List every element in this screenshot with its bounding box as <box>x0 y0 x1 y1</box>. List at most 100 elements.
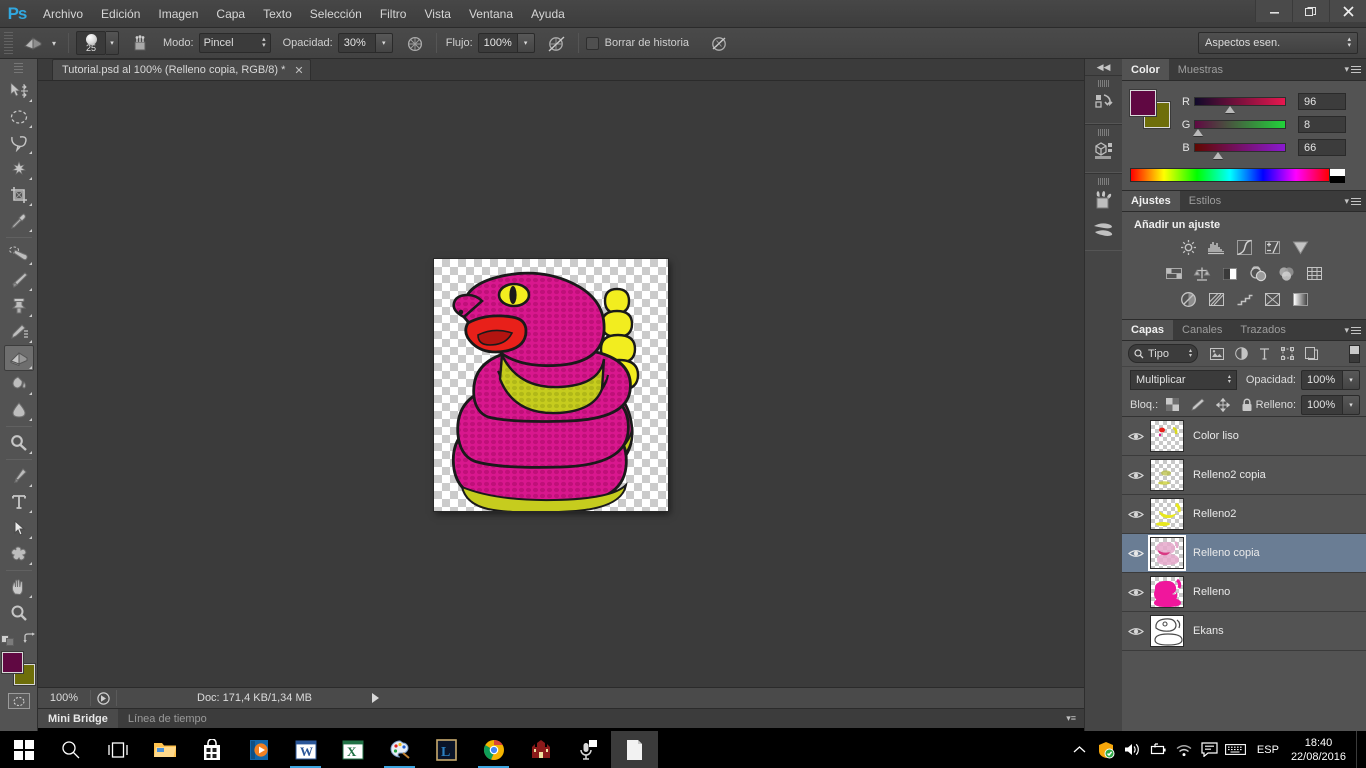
marquee-tool[interactable] <box>4 104 34 130</box>
exposure-icon[interactable] <box>1260 237 1284 258</box>
task-view-button[interactable] <box>94 731 141 768</box>
tab-trazados[interactable]: Trazados <box>1231 320 1295 340</box>
movies-tv-button[interactable] <box>235 731 282 768</box>
lock-all-icon[interactable] <box>1241 398 1253 412</box>
layer-filter-toggle-switch[interactable] <box>1349 344 1360 363</box>
layer-visibility-toggle[interactable] <box>1122 548 1150 559</box>
tab-muestras[interactable]: Muestras <box>1168 59 1232 80</box>
layer-thumbnail[interactable] <box>1150 537 1184 569</box>
color-balance-icon[interactable] <box>1190 263 1214 284</box>
3d-icon[interactable] <box>1087 137 1121 165</box>
close-button[interactable] <box>1329 0 1366 22</box>
paint-button[interactable] <box>376 731 423 768</box>
layer-thumbnail[interactable] <box>1150 576 1184 608</box>
photoshop-button[interactable] <box>611 731 658 768</box>
flow-chevron-down-icon[interactable]: ▾ <box>517 33 535 53</box>
threshold-icon[interactable] <box>1232 289 1256 310</box>
healing-brush-tool[interactable] <box>4 241 34 267</box>
brush-presets-icon[interactable] <box>1087 215 1121 243</box>
shape-filter-icon[interactable] <box>1281 347 1294 360</box>
zoom-tool[interactable] <box>4 600 34 626</box>
layer-filter-select[interactable]: Tipo ▴ ▾ <box>1128 344 1198 363</box>
action-center-icon[interactable] <box>1197 731 1223 768</box>
status-preview-icon[interactable] <box>97 691 110 705</box>
levels-icon[interactable] <box>1204 237 1228 258</box>
history-icon[interactable] <box>1087 88 1121 116</box>
menu-seleccion[interactable]: Selección <box>301 0 371 28</box>
slider-thumb-b[interactable] <box>1213 152 1223 159</box>
selective-color-icon[interactable] <box>1260 289 1284 310</box>
eraser-tool[interactable] <box>3 345 34 371</box>
wifi-icon[interactable] <box>1171 731 1197 768</box>
tab-color[interactable]: Color <box>1122 59 1169 80</box>
menu-capa[interactable]: Capa <box>207 0 254 28</box>
lasso-tool[interactable] <box>4 130 34 156</box>
pixel-filter-icon[interactable] <box>1210 347 1224 360</box>
opacity-chevron-down-icon[interactable]: ▾ <box>375 33 393 53</box>
tab-ajustes[interactable]: Ajustes <box>1122 191 1180 211</box>
layer-opacity-chevron-down-icon[interactable]: ▾ <box>1343 370 1360 390</box>
channel-mixer-icon[interactable] <box>1274 263 1298 284</box>
zoom-level[interactable]: 100% <box>38 692 90 704</box>
antivirus-shield-icon[interactable] <box>1093 731 1119 768</box>
start-button[interactable] <box>0 731 47 768</box>
hue-saturation-icon[interactable] <box>1162 263 1186 284</box>
history-brush-tool[interactable] <box>4 319 34 345</box>
black-white-icon[interactable] <box>1218 263 1242 284</box>
layer-opacity-value[interactable]: 100% <box>1301 370 1343 390</box>
layer-thumbnail[interactable] <box>1150 420 1184 452</box>
battery-icon[interactable] <box>1145 731 1171 768</box>
tab-capas[interactable]: Capas <box>1122 320 1174 340</box>
canvas-artwork-ekans[interactable] <box>434 259 668 511</box>
chrome-button[interactable] <box>470 731 517 768</box>
slider-track-g[interactable] <box>1193 120 1286 136</box>
quick-mask-button[interactable] <box>7 693 30 709</box>
mode-select[interactable]: Pincel ▴ ▾ <box>198 33 271 53</box>
gradient-tool[interactable] <box>4 371 34 397</box>
word-button[interactable]: W <box>282 731 329 768</box>
status-expand-triangle-icon[interactable] <box>371 693 379 703</box>
channel-value-g[interactable]: 8 <box>1298 116 1346 133</box>
photo-filter-icon[interactable] <box>1246 263 1270 284</box>
type-filter-icon[interactable] <box>1259 347 1270 360</box>
keyboard-icon[interactable] <box>1223 731 1249 768</box>
collapse-panels-button[interactable]: ◀◀ <box>1085 59 1122 75</box>
layer-fill-chevron-down-icon[interactable]: ▾ <box>1343 394 1360 415</box>
menu-edicion[interactable]: Edición <box>92 0 149 28</box>
language-indicator[interactable]: ESP <box>1249 744 1287 756</box>
path-selection-tool[interactable] <box>4 515 34 541</box>
layer-row-color-liso[interactable]: Color liso <box>1122 417 1366 456</box>
brush-size-picker[interactable]: 25 <box>76 31 106 55</box>
slider-thumb-g[interactable] <box>1193 129 1203 136</box>
blur-tool[interactable] <box>4 397 34 423</box>
rail-grip[interactable] <box>1097 129 1110 136</box>
type-tool[interactable] <box>4 489 34 515</box>
options-bar-grip[interactable] <box>4 32 13 54</box>
layer-row-relleno2-copia[interactable]: Relleno2 copia <box>1122 456 1366 495</box>
rail-grip[interactable] <box>1097 80 1110 87</box>
layer-row-ekans[interactable]: Ekans <box>1122 612 1366 651</box>
clone-stamp-tool[interactable] <box>4 293 34 319</box>
airbrush-toggle-icon[interactable] <box>127 32 155 54</box>
tablet-pressure-icon[interactable] <box>706 32 734 54</box>
show-hidden-icons-icon[interactable] <box>1067 731 1093 768</box>
menu-archivo[interactable]: Archivo <box>34 0 92 28</box>
eyedropper-tool[interactable] <box>4 208 34 234</box>
opacity-pressure-icon[interactable] <box>401 32 429 54</box>
menu-imagen[interactable]: Imagen <box>149 0 207 28</box>
blend-mode-select[interactable]: Multiplicar ▴ ▾ <box>1130 370 1237 390</box>
bottom-panel-menu-icon[interactable]: ▾≡ <box>1066 713 1076 724</box>
cortana-mic-button[interactable] <box>564 731 611 768</box>
layer-visibility-toggle[interactable] <box>1122 470 1150 481</box>
brush-tool[interactable] <box>4 267 34 293</box>
channel-value-r[interactable]: 96 <box>1298 93 1346 110</box>
layer-visibility-toggle[interactable] <box>1122 509 1150 520</box>
black-white-picker-icon[interactable] <box>1330 169 1345 183</box>
hand-tool[interactable] <box>4 574 34 600</box>
layer-row-relleno[interactable]: Relleno <box>1122 573 1366 612</box>
tab-mini-bridge[interactable]: Mini Bridge <box>38 709 118 728</box>
layers-panel-menu-icon[interactable]: ▾ <box>1344 325 1361 336</box>
slider-thumb-r[interactable] <box>1225 106 1235 113</box>
posterize-icon[interactable] <box>1204 289 1228 310</box>
layer-fill-value[interactable]: 100% <box>1301 394 1343 415</box>
